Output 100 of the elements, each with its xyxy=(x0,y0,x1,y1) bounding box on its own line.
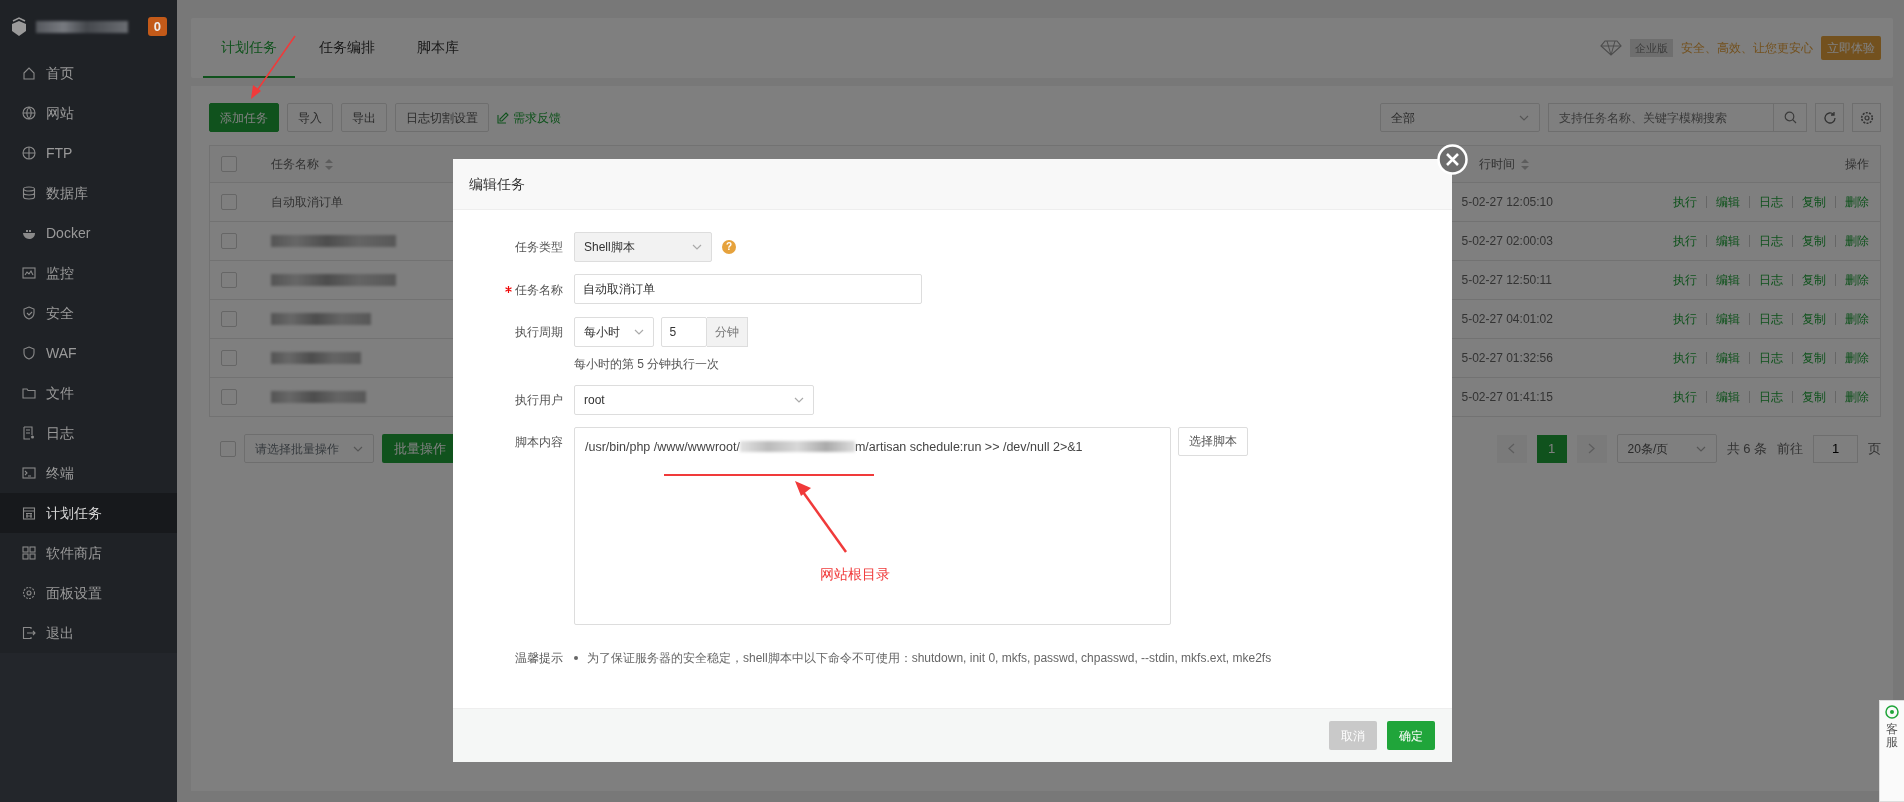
settings-button[interactable] xyxy=(1852,103,1881,132)
select-field[interactable]: 每小时 xyxy=(574,316,654,347)
sidebar-item[interactable]: 监控 xyxy=(0,253,177,293)
row-checkbox[interactable] xyxy=(221,194,237,210)
sidebar-item[interactable]: FTP xyxy=(0,133,177,173)
choose-script-button[interactable]: 选择脚本 xyxy=(1177,426,1248,456)
field-label: 任务类型 xyxy=(515,239,563,256)
toolbar-button[interactable]: 导入 xyxy=(287,103,333,132)
caret-icon xyxy=(634,328,644,335)
toolbar-button[interactable]: 日志切割设置 xyxy=(395,103,489,132)
row-checkbox[interactable] xyxy=(221,311,237,327)
table-cell: 5-02-27 12:50:11 xyxy=(1461,273,1552,287)
select-field[interactable]: root xyxy=(574,384,814,415)
row-checkbox[interactable] xyxy=(221,272,237,288)
row-checkbox[interactable] xyxy=(221,233,237,249)
database-icon xyxy=(22,186,36,200)
sidebar-item[interactable]: 计划任务 xyxy=(0,493,177,533)
action-link[interactable]: 复制 xyxy=(1792,391,1835,403)
page-input[interactable]: 1 xyxy=(1813,434,1858,463)
service-tab[interactable]: 客服 xyxy=(1879,700,1904,802)
action-link[interactable]: 执行 xyxy=(1664,235,1706,247)
action-link[interactable]: 删除 xyxy=(1835,235,1869,247)
column-header[interactable]: 行时间 xyxy=(1478,155,1529,173)
next-page-button[interactable] xyxy=(1576,434,1607,463)
toolbar-button[interactable]: 添加任务 xyxy=(209,103,279,132)
batch-select[interactable]: 请选择批量操作 xyxy=(244,434,374,463)
table-cell: 5-02-27 04:01:02 xyxy=(1461,312,1553,326)
tab[interactable]: 任务编排 xyxy=(301,18,393,78)
settings-icon xyxy=(1859,110,1874,125)
search-button[interactable] xyxy=(1774,103,1807,132)
action-link[interactable]: 日志 xyxy=(1749,313,1792,325)
action-link[interactable]: 日志 xyxy=(1749,235,1792,247)
action-link[interactable]: 日志 xyxy=(1749,274,1792,286)
action-link[interactable]: 删除 xyxy=(1835,352,1869,364)
sidebar-item[interactable]: Docker xyxy=(0,213,177,253)
select-all-checkbox[interactable] xyxy=(220,440,236,457)
search-field[interactable]: 支持任务名称、关键字模糊搜索 xyxy=(1548,103,1774,132)
column-header[interactable]: 任务名称 xyxy=(270,155,333,173)
chevron-left-icon xyxy=(1508,443,1516,454)
previous-page-button[interactable] xyxy=(1496,434,1527,463)
row-checkbox[interactable] xyxy=(221,350,237,366)
sidebar-item[interactable]: WAF xyxy=(0,333,177,373)
confirm-button[interactable]: 确定 xyxy=(1387,721,1435,750)
action-link[interactable]: 执行 xyxy=(1664,352,1706,364)
page-size-select[interactable]: 20条/页 xyxy=(1616,434,1717,463)
logo-icon xyxy=(10,16,28,37)
annotation-text: 网站根目录 xyxy=(820,565,890,584)
sidebar-item[interactable]: 首页 xyxy=(0,53,177,93)
action-link[interactable]: 执行 xyxy=(1664,391,1706,403)
action-link[interactable]: 执行 xyxy=(1664,274,1706,286)
action-link[interactable]: 删除 xyxy=(1835,274,1869,286)
action-link[interactable]: 编辑 xyxy=(1706,196,1749,208)
dialog-title: 编辑任务 xyxy=(453,159,1452,210)
notification-badge[interactable]: 0 xyxy=(147,16,167,37)
action-link[interactable]: 日志 xyxy=(1749,352,1792,364)
action-link[interactable]: 编辑 xyxy=(1706,391,1749,403)
sidebar-item[interactable]: 文件 xyxy=(0,373,177,413)
action-link[interactable]: 执行 xyxy=(1664,196,1706,208)
action-link[interactable]: 复制 xyxy=(1792,274,1835,286)
select-all-checkbox[interactable] xyxy=(221,156,237,172)
action-link[interactable]: 编辑 xyxy=(1706,313,1749,325)
sidebar-item[interactable]: 安全 xyxy=(0,293,177,333)
sidebar-item[interactable]: 网站 xyxy=(0,93,177,133)
feedback-link[interactable]: 需求反馈 xyxy=(497,108,561,127)
logout-icon xyxy=(22,626,36,640)
page-button[interactable]: 1 xyxy=(1536,434,1567,463)
action-link[interactable]: 复制 xyxy=(1792,235,1835,247)
try-now-button[interactable]: 立即体验 xyxy=(1821,36,1881,60)
sidebar-item[interactable]: 终端 xyxy=(0,453,177,493)
action-link[interactable]: 执行 xyxy=(1664,313,1706,325)
shield-icon xyxy=(22,346,36,360)
sidebar-item[interactable]: 软件商店 xyxy=(0,533,177,573)
sidebar-item[interactable]: 面板设置 xyxy=(0,573,177,613)
refresh-button[interactable] xyxy=(1815,103,1844,132)
action-link[interactable]: 删除 xyxy=(1835,391,1869,403)
sidebar-item[interactable]: 日志 xyxy=(0,413,177,453)
action-link[interactable]: 编辑 xyxy=(1706,274,1749,286)
action-link[interactable]: 删除 xyxy=(1835,313,1869,325)
row-checkbox[interactable] xyxy=(221,389,237,405)
tab[interactable]: 脚本库 xyxy=(399,18,477,78)
text-field[interactable]: 自动取消订单 xyxy=(574,274,922,304)
action-link[interactable]: 编辑 xyxy=(1706,235,1749,247)
caret-icon xyxy=(1519,114,1529,121)
action-link[interactable]: 编辑 xyxy=(1706,352,1749,364)
action-link[interactable]: 复制 xyxy=(1792,313,1835,325)
table-cell: 5-02-27 12:05:10 xyxy=(1461,195,1553,209)
action-link[interactable]: 复制 xyxy=(1792,352,1835,364)
action-link[interactable]: 删除 xyxy=(1835,196,1869,208)
sidebar-item[interactable]: 退出 xyxy=(0,613,177,653)
filter-select[interactable]: 全部 xyxy=(1380,103,1540,132)
number-field[interactable]: 5 xyxy=(660,316,707,347)
unit-label: 分钟 xyxy=(706,316,748,347)
tab[interactable]: 计划任务 xyxy=(203,18,295,78)
refresh-icon xyxy=(1822,110,1837,125)
action-link[interactable]: 复制 xyxy=(1792,196,1835,208)
sidebar-item[interactable]: 数据库 xyxy=(0,173,177,213)
toolbar-button[interactable]: 导出 xyxy=(341,103,387,132)
action-link[interactable]: 日志 xyxy=(1749,391,1792,403)
action-link[interactable]: 日志 xyxy=(1749,196,1792,208)
grid-icon xyxy=(22,546,36,560)
